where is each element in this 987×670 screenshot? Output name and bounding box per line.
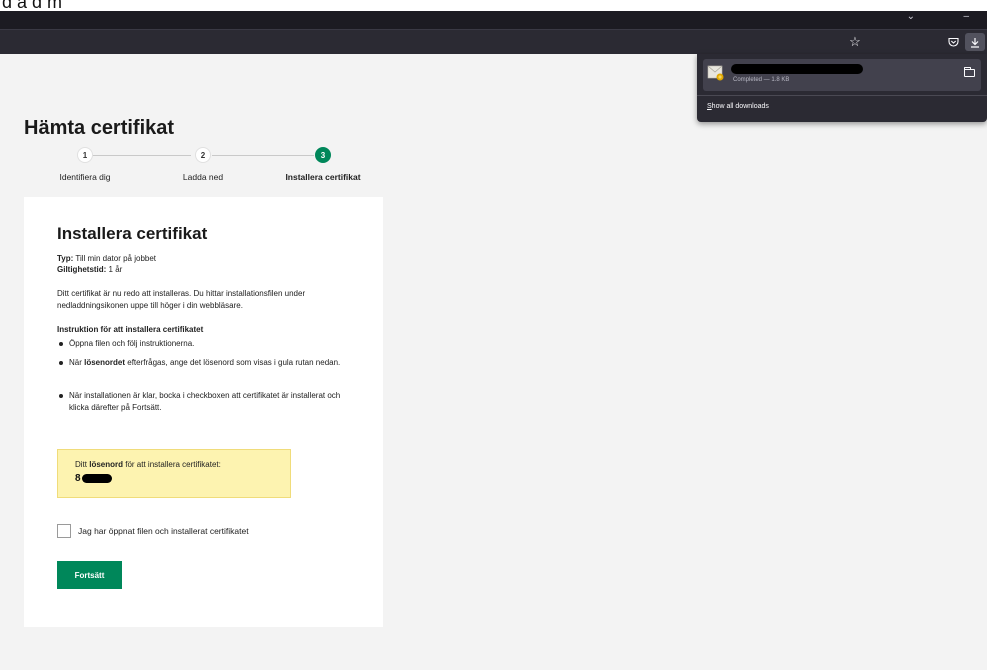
- chevron-down-icon[interactable]: ⌄: [907, 11, 915, 22]
- filename-redaction: [731, 64, 863, 74]
- continue-button[interactable]: Fortsätt: [57, 561, 122, 589]
- download-icon-svg: [971, 37, 979, 48]
- password-box: Ditt lösenord för att installera certifi…: [57, 449, 291, 498]
- show-all-text: how all downloads: [711, 103, 769, 110]
- type-label: Typ:: [57, 254, 74, 263]
- bullet-bold: lösenordet: [84, 358, 126, 367]
- bullet-text: När: [69, 358, 85, 367]
- pocket-icon[interactable]: [944, 33, 962, 51]
- bullet-text: När installationen är klar, bocka i chec…: [69, 391, 341, 412]
- install-card: Installera certifikat Typ: Till min dato…: [24, 197, 383, 627]
- top-strip: d a d m: [0, 0, 987, 12]
- step-2-circle: 2: [195, 147, 211, 163]
- progress-stepper: 1 2 3 Identifiera dig Ladda ned Installe…: [45, 147, 375, 187]
- card-title: Installera certifikat: [57, 224, 208, 243]
- password-label-bold: lösenord: [89, 460, 124, 469]
- bullet-text: Öppna filen och följ instruktionerna.: [69, 339, 195, 348]
- instruction-bullet-2: När lösenordet efterfrågas, ange det lös…: [57, 357, 357, 369]
- certificate-file-icon: [707, 65, 724, 81]
- instruction-bullet-3: När installationen är klar, bocka i chec…: [57, 390, 357, 414]
- step-2-label: Ladda ned: [182, 172, 224, 182]
- pocket-icon-svg: [947, 37, 959, 47]
- show-all-downloads-link[interactable]: Show all downloads: [707, 103, 769, 110]
- password-visible-char: 8: [75, 473, 81, 484]
- password-redaction: [81, 474, 112, 483]
- panel-divider: [697, 95, 987, 96]
- step-3-circle: 3: [315, 147, 331, 163]
- instruction-bullet-1: Öppna filen och följ instruktionerna.: [57, 338, 357, 350]
- password-label-prefix: Ditt: [75, 460, 90, 469]
- step-connector: [93, 155, 191, 156]
- intro-text: Ditt certifikat är nu redo att installer…: [57, 289, 306, 310]
- page-title: Hämta certifikat: [24, 117, 175, 139]
- bullet-text-suffix: efterfrågas, ange det lösenord som visas…: [125, 358, 341, 367]
- password-value: 8: [75, 473, 112, 484]
- minimize-icon[interactable]: –: [963, 11, 969, 22]
- step-1-circle: 1: [77, 147, 93, 163]
- star-icon[interactable]: ☆: [846, 33, 864, 51]
- password-label: Ditt lösenord för att installera certifi…: [75, 460, 221, 469]
- download-icon[interactable]: [965, 33, 985, 51]
- downloads-panel: Completed — 1.8 KB Show all downloads: [697, 54, 987, 122]
- step-1-label: Identifiera dig: [59, 172, 111, 182]
- download-item[interactable]: Completed — 1.8 KB: [703, 59, 981, 91]
- browser-toolbar: ☆: [0, 29, 987, 54]
- type-value: Till min dator på jobbet: [73, 254, 157, 263]
- download-status: Completed — 1.8 KB: [733, 77, 790, 83]
- folder-icon[interactable]: [964, 67, 975, 77]
- step-connector: [212, 155, 314, 156]
- instructions-heading: Instruktion för att installera certifika…: [57, 325, 204, 334]
- checkbox-label[interactable]: Jag har öppnat filen och installerat cer…: [78, 526, 249, 536]
- browser-tab-bar: ⌄ –: [0, 11, 987, 29]
- password-label-suffix: för att installera certifikatet:: [123, 460, 221, 469]
- validity-label: Giltighetstid:: [57, 265, 107, 274]
- page-content: Hämta certifikat 1 2 3 Identifiera dig L…: [0, 54, 987, 670]
- validity-value: 1 år: [106, 265, 123, 274]
- type-row: Typ: Till min dator på jobbet: [57, 254, 156, 263]
- step-3-label: Installera certifikat: [285, 172, 361, 182]
- installed-checkbox[interactable]: [57, 524, 71, 538]
- validity-row: Giltighetstid: 1 år: [57, 265, 122, 274]
